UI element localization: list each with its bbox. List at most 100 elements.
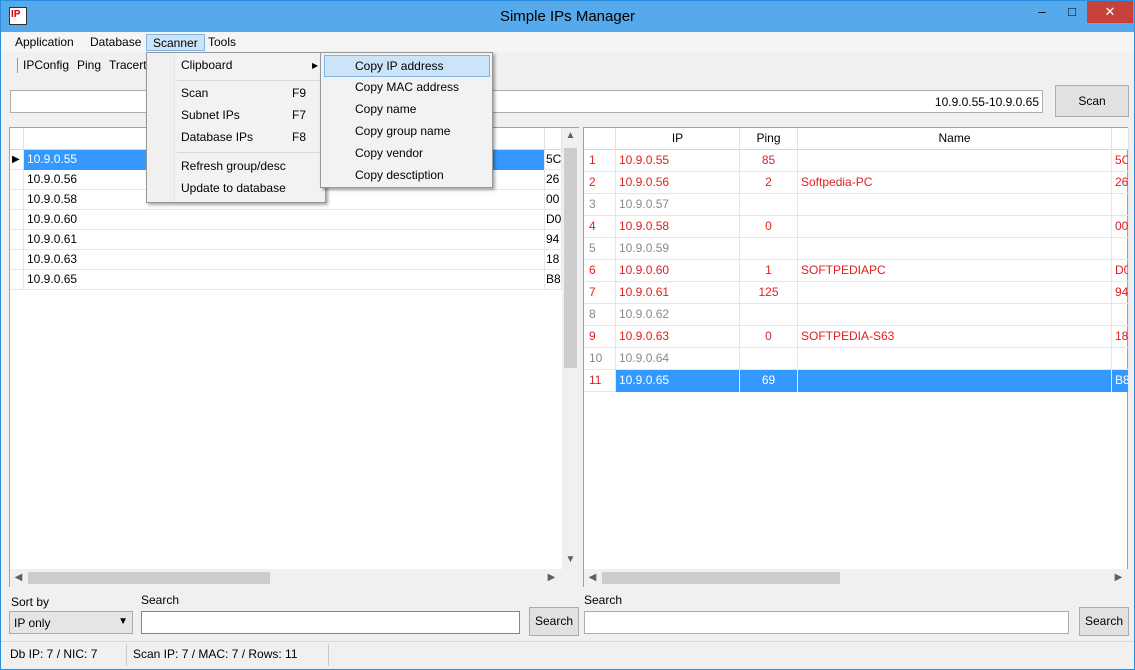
right-search-input[interactable]: [584, 611, 1069, 634]
row-indicator: [10, 250, 24, 270]
mac-cell: 94: [545, 230, 562, 250]
menu-item-subnet-ips[interactable]: Subnet IPs F7: [150, 105, 322, 127]
mac-column-header[interactable]: [1112, 128, 1129, 150]
mac-cell: [1112, 238, 1129, 260]
mac-cell: 00: [545, 190, 562, 210]
table-row[interactable]: 8 10.9.0.62: [584, 304, 1129, 326]
menu-item-scan[interactable]: Scan F9: [150, 83, 322, 105]
menu-item-copy-group-name[interactable]: Copy group name: [324, 121, 490, 143]
h-scroll-thumb[interactable]: [28, 572, 270, 584]
name-cell: [798, 348, 1112, 370]
table-row[interactable]: 3 10.9.0.57: [584, 194, 1129, 216]
right-search-button[interactable]: Search: [1079, 607, 1129, 636]
scroll-thumb[interactable]: [564, 148, 577, 368]
scroll-left-icon[interactable]: ◀: [10, 572, 27, 583]
ip-column-header[interactable]: IP: [616, 128, 740, 150]
window-title: Simple IPs Manager: [499, 8, 636, 25]
menu-shortcut: F7: [292, 108, 307, 122]
scroll-right-icon[interactable]: ▶: [1110, 572, 1127, 583]
menu-item-copy-mac-address[interactable]: Copy MAC address: [324, 77, 490, 99]
ip-cell: 10.9.0.65: [616, 370, 740, 392]
status-bar: Db IP: 7 / NIC: 7 Scan IP: 7 / MAC: 7 / …: [1, 641, 1134, 669]
table-row[interactable]: 10.9.0.61 94: [10, 230, 562, 250]
menu-database[interactable]: Database: [84, 34, 147, 51]
ping-cell: 85: [740, 150, 798, 172]
left-search-input[interactable]: [141, 611, 520, 634]
menu-item-database-ips[interactable]: Database IPs F8: [150, 127, 322, 149]
row-indicator: [10, 170, 24, 190]
ping-button[interactable]: Ping: [77, 58, 101, 72]
row-indicator: [10, 190, 24, 210]
table-row[interactable]: 10.9.0.63 18: [10, 250, 562, 270]
table-row[interactable]: 11 10.9.0.65 69 B8: [584, 370, 1129, 392]
menu-item-copy-name[interactable]: Copy name: [324, 99, 490, 121]
ip-cell: 10.9.0.56: [616, 172, 740, 194]
minimize-button[interactable]: –: [1027, 1, 1057, 23]
scroll-right-icon[interactable]: ▶: [543, 572, 560, 583]
left-search-label: Search: [141, 593, 180, 607]
table-row[interactable]: 1 10.9.0.55 85 5C: [584, 150, 1129, 172]
scanner-menu: Clipboard ▶ Scan F9 Subnet IPs F7 Databa…: [146, 52, 326, 203]
ping-cell: 2: [740, 172, 798, 194]
scroll-down-icon[interactable]: ▼: [562, 554, 579, 565]
mac-cell: 5C: [545, 150, 562, 170]
right-horizontal-scrollbar[interactable]: ◀ ▶: [584, 569, 1128, 587]
scan-button[interactable]: Scan: [1055, 85, 1129, 117]
menu-scanner[interactable]: Scanner: [146, 34, 205, 51]
table-row[interactable]: 10 10.9.0.64: [584, 348, 1129, 370]
row-indicator-header: [10, 128, 24, 150]
table-row[interactable]: 10.9.0.60 D0: [10, 210, 562, 230]
left-vertical-scrollbar[interactable]: ▲ ▼: [562, 128, 579, 569]
menu-item-refresh-group-desc[interactable]: Refresh group/desc: [150, 156, 322, 178]
left-search-button[interactable]: Search: [529, 607, 579, 636]
ipconfig-button[interactable]: IPConfig: [23, 58, 69, 72]
table-row[interactable]: 5 10.9.0.59: [584, 238, 1129, 260]
ip-range-value: 10.9.0.55-10.9.0.65: [934, 95, 1039, 109]
tracert-button[interactable]: Tracert: [109, 58, 147, 72]
menu-item-copy-vendor[interactable]: Copy vendor: [324, 143, 490, 165]
name-cell: [798, 238, 1112, 260]
menu-item-copy-description[interactable]: Copy desctiption: [324, 165, 490, 187]
table-row[interactable]: 7 10.9.0.61 125 94: [584, 282, 1129, 304]
ping-cell: [740, 304, 798, 326]
maximize-button[interactable]: □: [1057, 1, 1087, 23]
sort-by-select[interactable]: IP only ▼: [9, 611, 133, 634]
ping-cell: 0: [740, 216, 798, 238]
mac-cell: 26: [545, 170, 562, 190]
table-row[interactable]: 6 10.9.0.60 1 SOFTPEDIAPC D0: [584, 260, 1129, 282]
menu-shortcut: F8: [292, 130, 307, 144]
ping-cell: 0: [740, 326, 798, 348]
mac-cell: 94: [1112, 282, 1129, 304]
h-scroll-thumb[interactable]: [602, 572, 840, 584]
name-cell: Softpedia-PC: [798, 172, 1112, 194]
scroll-up-icon[interactable]: ▲: [562, 130, 579, 141]
table-row[interactable]: 4 10.9.0.58 0 00: [584, 216, 1129, 238]
table-row[interactable]: 9 10.9.0.63 0 SOFTPEDIA-S63 18: [584, 326, 1129, 348]
mac-cell: B8: [545, 270, 562, 290]
left-horizontal-scrollbar[interactable]: ◀ ▶: [10, 569, 579, 587]
ip-cell: 10.9.0.60: [24, 210, 545, 230]
table-row[interactable]: 2 10.9.0.56 2 Softpedia-PC 26: [584, 172, 1129, 194]
menu-item-label: Clipboard: [181, 58, 233, 72]
mac-column-header[interactable]: [545, 128, 562, 150]
menu-item-update-to-database[interactable]: Update to database: [150, 178, 322, 200]
app-window: Simple IPs Manager – □ ✕ Application Dat…: [0, 0, 1135, 670]
menu-item-label: Copy desctiption: [355, 168, 444, 182]
menu-item-label: Scan: [181, 86, 209, 100]
ping-cell: 125: [740, 282, 798, 304]
row-number-cell: 6: [584, 260, 616, 282]
close-button[interactable]: ✕: [1087, 1, 1133, 23]
ip-cell: 10.9.0.61: [24, 230, 545, 250]
status-separator: [126, 644, 127, 666]
scroll-left-icon[interactable]: ◀: [584, 572, 601, 583]
menu-tools[interactable]: Tools: [202, 34, 242, 51]
ip-cell: 10.9.0.63: [24, 250, 545, 270]
menu-item-copy-ip-address[interactable]: Copy IP address: [324, 55, 490, 77]
menu-item-clipboard[interactable]: Clipboard ▶: [150, 55, 322, 77]
menu-bar: Application Database Scanner Tools: [1, 32, 1134, 52]
name-column-header[interactable]: Name: [798, 128, 1112, 150]
table-row[interactable]: 10.9.0.65 B8: [10, 270, 562, 290]
menu-application[interactable]: Application: [9, 34, 80, 51]
row-number-cell: 7: [584, 282, 616, 304]
ping-column-header[interactable]: Ping: [740, 128, 798, 150]
